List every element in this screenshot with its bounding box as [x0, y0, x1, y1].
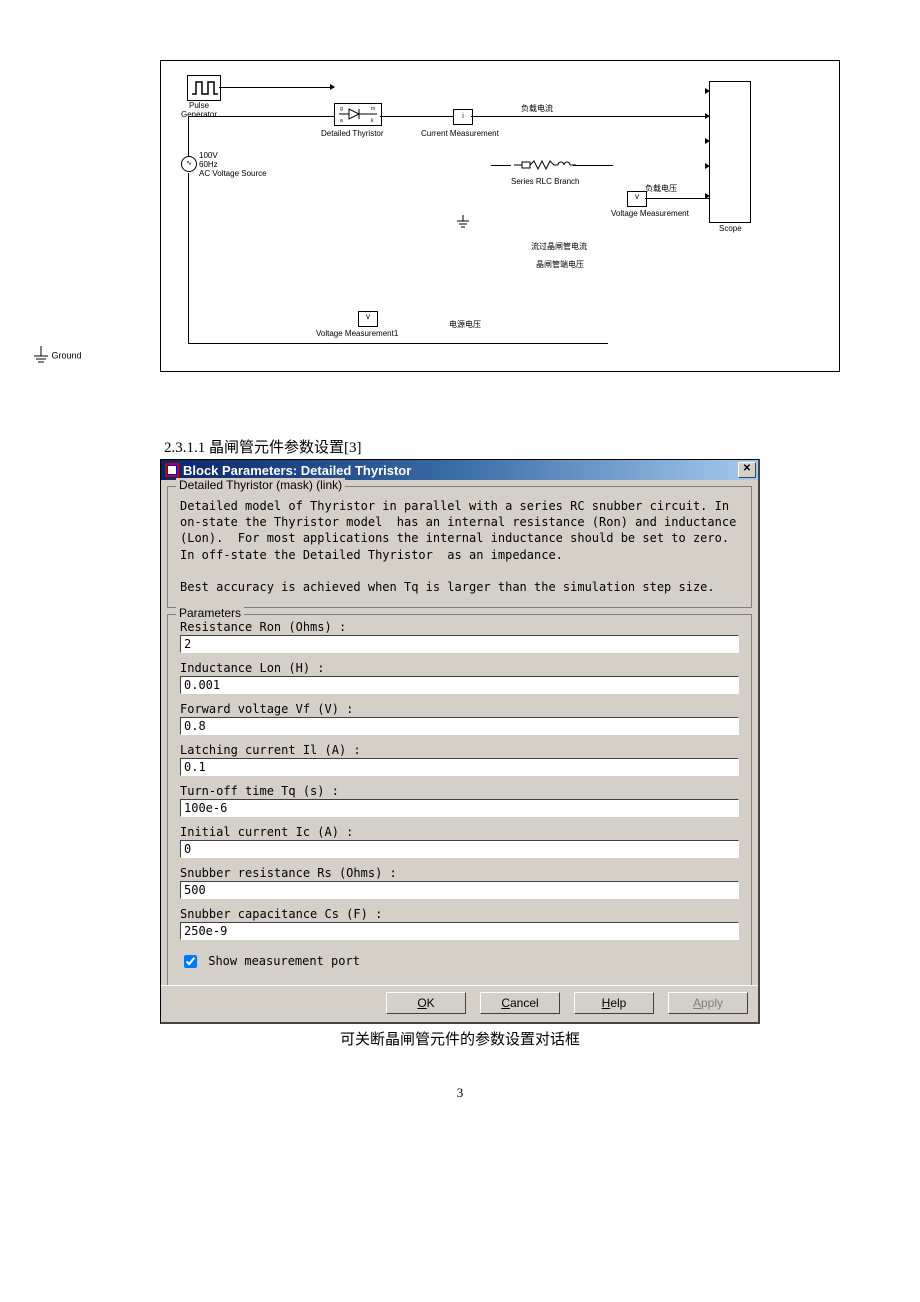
ground-icon	[455, 215, 471, 231]
src-60hz-label: 60Hz	[199, 160, 218, 169]
param-ic-input[interactable]	[180, 840, 739, 858]
src-name-label: AC Voltage Source	[199, 169, 267, 178]
mask-group-legend: Detailed Thyristor (mask) (link)	[176, 478, 345, 492]
current-measurement-label: Current Measurement	[421, 129, 499, 138]
voltage-measurement1-label: Voltage Measurement1	[316, 329, 398, 338]
param-il-label: Latching current Il (A) :	[180, 743, 739, 758]
param-ron-label: Resistance Ron (Ohms) :	[180, 620, 739, 635]
pulse-generator-block	[187, 75, 221, 101]
voltage-measurement-block: v	[627, 191, 647, 207]
detailed-thyristor-block: g m a k	[334, 103, 382, 126]
scope-block	[709, 81, 751, 223]
param-cs: Snubber capacitance Cs (F) :	[168, 907, 751, 946]
mask-description-text: Detailed model of Thyristor in parallel …	[168, 492, 751, 607]
voltage-measurement-label: Voltage Measurement	[611, 209, 689, 218]
param-ic: Initial current Ic (A) :	[168, 825, 751, 864]
param-cs-input[interactable]	[180, 922, 739, 940]
param-il: Latching current Il (A) :	[168, 743, 751, 782]
param-tq: Turn-off time Tq (s) :	[168, 784, 751, 823]
scope-label: Scope	[719, 224, 742, 233]
dialog-caption: 可关断晶闸管元件的参数设置对话框	[40, 1028, 880, 1049]
svg-text:a: a	[340, 118, 343, 123]
param-vf-label: Forward voltage Vf (V) :	[180, 702, 739, 717]
current-measurement-block: i	[453, 109, 473, 125]
source-voltage-label: 电源电压	[449, 319, 481, 330]
svg-text:m: m	[371, 106, 375, 112]
close-button[interactable]: ✕	[738, 462, 756, 478]
param-vf-input[interactable]	[180, 717, 739, 735]
mask-description-group: Detailed Thyristor (mask) (link) Detaile…	[167, 486, 752, 608]
show-measurement-port-row: Show measurement port	[168, 948, 751, 985]
param-tq-label: Turn-off time Tq (s) :	[180, 784, 739, 799]
param-ron-input[interactable]	[180, 635, 739, 653]
close-icon: ✕	[743, 463, 751, 474]
param-il-input[interactable]	[180, 758, 739, 776]
rlc-branch-block	[514, 158, 576, 174]
ac-voltage-source-block: ∿	[181, 156, 197, 172]
ground-block: Ground	[33, 346, 82, 366]
cancel-button[interactable]: Cancel	[480, 992, 560, 1014]
voltage-measurement1-block: v	[358, 311, 378, 327]
src-100v-label: 100V	[199, 151, 218, 160]
param-lon-input[interactable]	[180, 676, 739, 694]
show-measurement-port-checkbox[interactable]	[184, 955, 197, 968]
param-tq-input[interactable]	[180, 799, 739, 817]
param-vf: Forward voltage Vf (V) :	[168, 702, 751, 741]
thyristor-label: Detailed Thyristor	[321, 129, 384, 138]
param-ic-label: Initial current Ic (A) :	[180, 825, 739, 840]
parameters-group-legend: Parameters	[176, 606, 244, 620]
load-current-label: 负载电流	[521, 103, 553, 114]
param-rs-label: Snubber resistance Rs (Ohms) :	[180, 866, 739, 881]
param-cs-label: Snubber capacitance Cs (F) :	[180, 907, 739, 922]
dialog-titlebar: Block Parameters: Detailed Thyristor ✕	[161, 460, 758, 480]
section-heading: 2.3.1.1 晶闸管元件参数设置[3]	[164, 436, 880, 457]
page-number: 3	[40, 1085, 880, 1101]
dialog-title: Block Parameters: Detailed Thyristor	[183, 463, 411, 478]
svg-text:g: g	[340, 106, 343, 112]
param-rs-input[interactable]	[180, 881, 739, 899]
parameters-group: Parameters Resistance Ron (Ohms) : Induc…	[167, 614, 752, 985]
simulink-circuit-diagram: Pulse Generator gmak Detailed Thyristor …	[160, 60, 840, 372]
load-voltage-label: 负载电压	[645, 183, 677, 194]
simulink-icon	[165, 463, 179, 477]
apply-button[interactable]: Apply	[668, 992, 748, 1014]
svg-text:k: k	[371, 118, 374, 123]
param-lon-label: Inductance Lon (H) :	[180, 661, 739, 676]
ok-button[interactable]: OK	[386, 992, 466, 1014]
thyristor-voltage-label: 晶闸管端电压	[536, 259, 584, 270]
ground-label: Ground	[52, 350, 82, 360]
help-button[interactable]: Help	[574, 992, 654, 1014]
dialog-button-bar: OK Cancel Help Apply	[161, 985, 758, 1022]
show-measurement-port-label: Show measurement port	[208, 954, 360, 968]
thyristor-current-label: 流过晶闸管电流	[531, 241, 587, 252]
rlc-branch-label: Series RLC Branch	[511, 177, 579, 186]
param-lon: Inductance Lon (H) :	[168, 661, 751, 700]
param-rs: Snubber resistance Rs (Ohms) :	[168, 866, 751, 905]
block-parameters-dialog: Block Parameters: Detailed Thyristor ✕ D…	[160, 459, 760, 1024]
param-ron: Resistance Ron (Ohms) :	[168, 620, 751, 659]
